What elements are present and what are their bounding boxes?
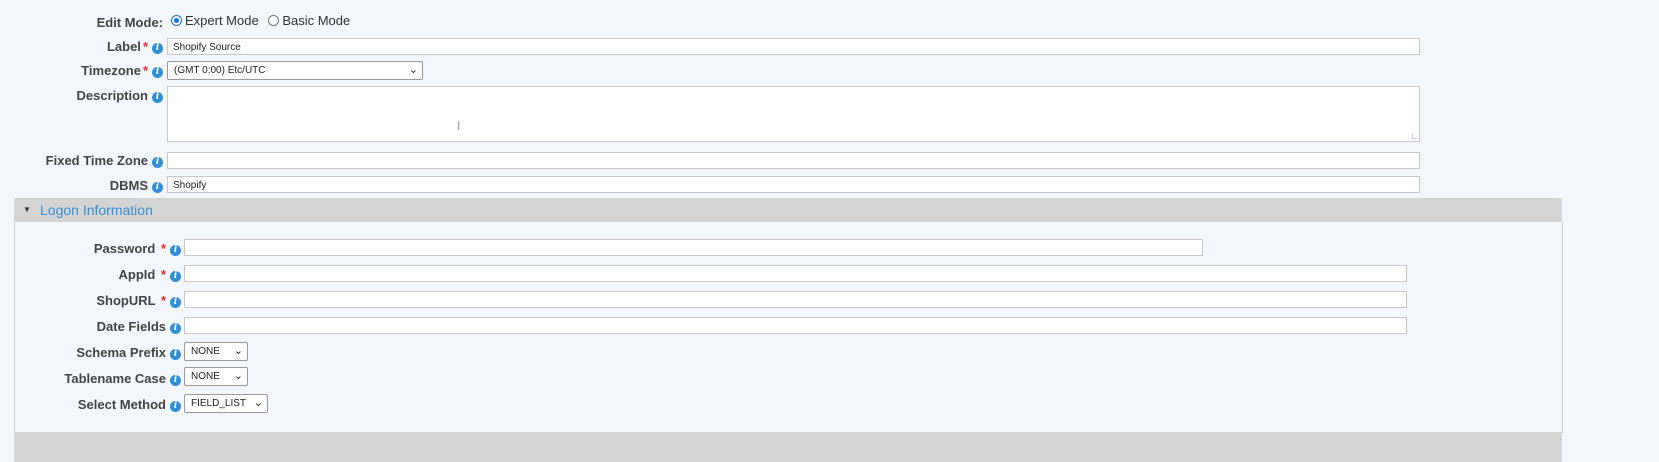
dbms-text: DBMS [109,178,148,193]
info-icon[interactable]: i [170,297,181,308]
info-icon[interactable]: i [170,323,181,334]
password-text: Password [93,241,156,256]
date-fields-input[interactable] [184,317,1407,334]
required-marker: * [142,39,148,54]
info-icon[interactable]: i [152,67,163,78]
required-marker: * [160,267,166,282]
fixed-time-zone-field-label: Fixed Time Zone i [46,153,163,168]
appid-input[interactable] [184,265,1407,282]
schema-prefix-select[interactable]: NONE ⌄ [184,342,248,361]
expert-mode-label: Expert Mode [185,13,259,28]
tablename-case-field-label: Tablename Case i [64,371,181,386]
resize-handle-icon[interactable]: ∟ [1410,131,1419,141]
timezone-text: Timezone [81,63,141,78]
tablename-case-value: NONE [191,371,220,382]
info-icon[interactable]: i [152,92,163,103]
date-fields-text: Date Fields [96,319,166,334]
required-marker: * [160,293,166,308]
basic-mode-radio[interactable]: Basic Mode [268,13,350,28]
schema-prefix-text: Schema Prefix [76,345,166,360]
info-icon[interactable]: i [170,245,181,256]
chevron-down-icon: ⌄ [233,345,243,357]
select-method-field-label: Select Method i [78,397,181,412]
chevron-down-icon: ⌄ [408,64,418,76]
appid-field-label: AppId * i [118,267,181,282]
chevron-down-icon: ⌄ [233,370,243,382]
timezone-field-label: Timezone * i [81,63,163,78]
shopurl-input[interactable] [184,291,1407,308]
edit-mode-options: Expert Mode Basic Mode [171,13,350,28]
radio-selected-icon [171,15,182,26]
caret-down-icon: ▼ [23,205,31,214]
radio-unselected-icon [268,15,280,26]
shopurl-field-label: ShopURL * i [96,293,181,308]
tablename-case-select[interactable]: NONE ⌄ [184,367,248,386]
fixed-time-zone-input[interactable] [167,152,1420,169]
appid-text: AppId [118,267,156,282]
date-fields-field-label: Date Fields i [97,319,181,334]
schema-prefix-value: NONE [191,346,220,357]
info-icon[interactable]: i [170,271,181,282]
dbms-input[interactable]: Shopify [167,176,1420,193]
chevron-down-icon: ⌄ [253,397,263,409]
next-section-header[interactable] [14,432,1562,462]
select-method-text: Select Method [77,397,166,412]
select-method-select[interactable]: FIELD_LIST ⌄ [184,394,268,413]
label-text: Label [106,39,141,54]
info-icon[interactable]: i [170,349,181,360]
expert-mode-radio[interactable]: Expert Mode [171,13,259,28]
password-field-label: Password * i [94,241,181,256]
required-marker: * [142,63,148,78]
label-input[interactable]: Shopify Source [167,38,1420,55]
description-textarea[interactable] [167,86,1420,142]
password-input[interactable] [184,239,1203,256]
logon-section-title: Logon Information [40,202,153,218]
timezone-value: (GMT 0:00) Etc/UTC [174,65,266,76]
required-marker: * [160,241,166,256]
dbms-field-label: DBMS i [110,178,163,193]
info-icon[interactable]: i [152,157,163,168]
info-icon[interactable]: i [170,401,181,412]
schema-prefix-field-label: Schema Prefix i [76,345,181,360]
select-method-value: FIELD_LIST [191,398,247,409]
timezone-select[interactable]: (GMT 0:00) Etc/UTC ⌄ [167,61,423,80]
description-text: Description [76,88,148,103]
label-field-label: Label * i [107,39,163,54]
shopurl-text: ShopURL [96,293,156,308]
tablename-case-text: Tablename Case [64,371,166,386]
description-field-label: Description i [76,88,163,103]
fixed-time-zone-text: Fixed Time Zone [45,153,148,168]
basic-mode-label: Basic Mode [282,13,351,28]
info-icon[interactable]: i [152,182,163,193]
info-icon[interactable]: i [170,375,181,386]
edit-mode-label: Edit Mode: [96,15,163,30]
logon-section-header[interactable]: ▼ Logon Information [14,198,1562,222]
text-cursor-icon: I [457,119,461,133]
info-icon[interactable]: i [152,43,163,54]
